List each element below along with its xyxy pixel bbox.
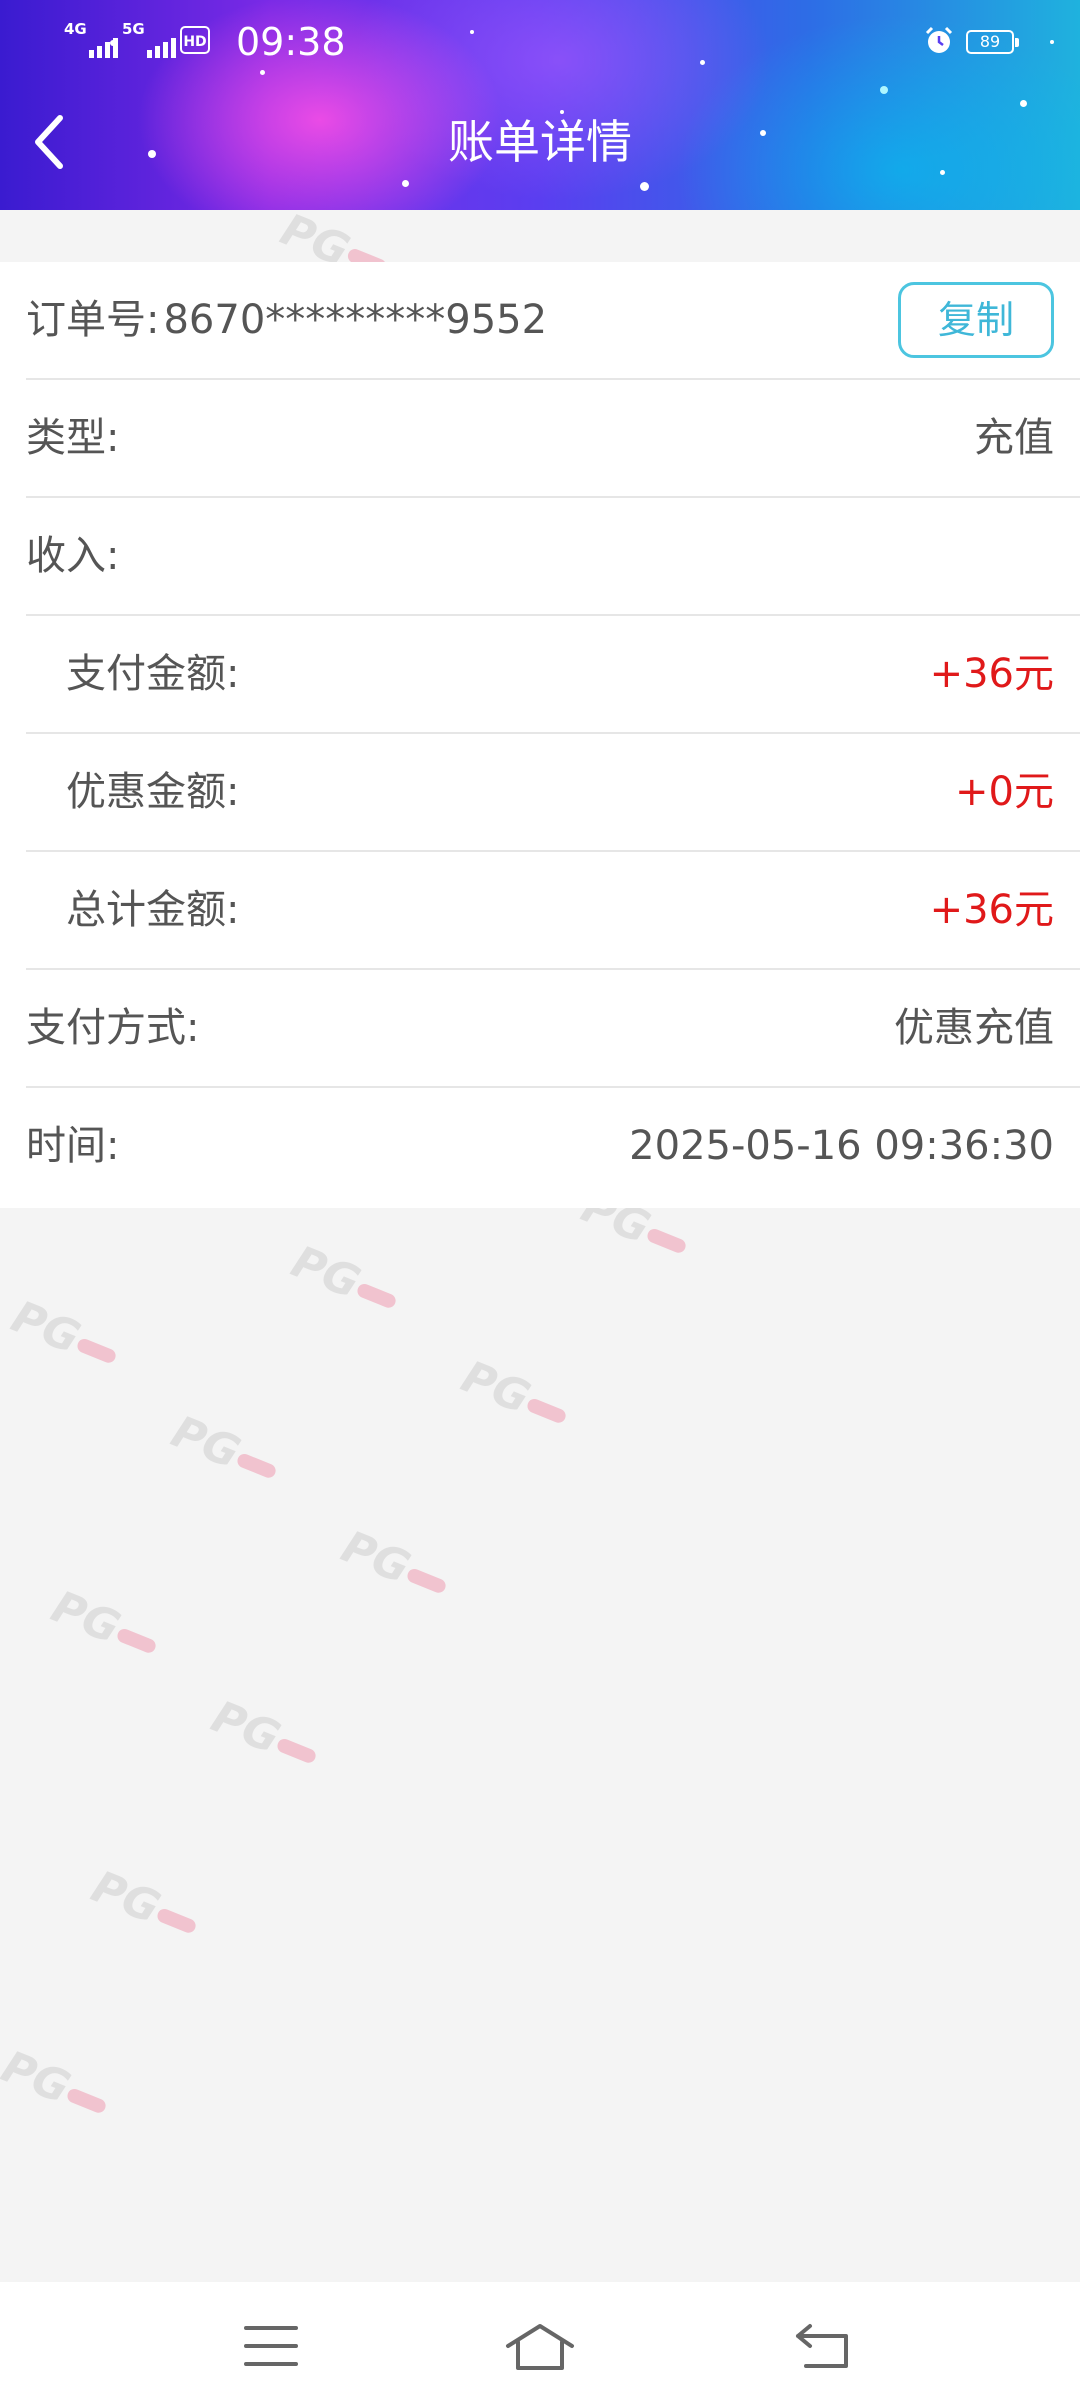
discount-amount-row: 优惠金额: +0元 bbox=[26, 734, 1080, 852]
watermark: PG bbox=[204, 1691, 325, 1780]
payment-amount-row: 支付金额: +36元 bbox=[26, 616, 1080, 734]
type-row: 类型: 充值 bbox=[26, 380, 1080, 498]
signal-4g-icon: 4G bbox=[64, 22, 118, 58]
alarm-icon bbox=[925, 26, 953, 53]
payment-method-value: 优惠充值 bbox=[894, 1005, 1054, 1051]
order-number-value: 8670*********9552 bbox=[163, 297, 548, 343]
watermark: PG bbox=[164, 1406, 285, 1495]
watermark: PG bbox=[44, 1581, 165, 1670]
header: 4G 5G HD 09:38 89 账单详情 bbox=[0, 0, 1080, 210]
discount-amount-value: +0元 bbox=[955, 769, 1054, 815]
type-value: 充值 bbox=[974, 415, 1054, 461]
signal-5g-icon: 5G bbox=[122, 22, 176, 58]
time-value: 2025-05-16 09:36:30 bbox=[629, 1123, 1054, 1169]
watermark: PG bbox=[0, 2041, 116, 2130]
status-bar: 4G 5G HD 09:38 89 bbox=[0, 0, 1080, 84]
watermark: PG bbox=[4, 1291, 125, 1380]
time-label: 时间: bbox=[26, 1123, 120, 1169]
total-amount-value: +36元 bbox=[929, 887, 1054, 933]
payment-amount-label: 支付金额: bbox=[66, 651, 240, 697]
payment-method-label: 支付方式: bbox=[26, 1005, 200, 1051]
bill-detail-card: 订单号: 8670*********9552 复制 类型: 充值 收入: 支付金额… bbox=[0, 262, 1080, 1208]
income-row: 收入: bbox=[26, 498, 1080, 616]
time-row: 时间: 2025-05-16 09:36:30 bbox=[26, 1088, 1080, 1206]
payment-method-row: 支付方式: 优惠充值 bbox=[26, 970, 1080, 1088]
watermark: PG bbox=[334, 1521, 455, 1610]
discount-amount-label: 优惠金额: bbox=[66, 769, 240, 815]
watermark: PG bbox=[454, 1351, 575, 1440]
total-amount-label: 总计金额: bbox=[66, 887, 240, 933]
home-icon[interactable] bbox=[504, 2322, 576, 2372]
order-number-label: 订单号: bbox=[26, 297, 160, 343]
menu-icon[interactable] bbox=[244, 2322, 298, 2370]
signal-4g-label: 4G bbox=[64, 20, 87, 38]
watermark: PG bbox=[84, 1861, 205, 1950]
signal-5g-label: 5G bbox=[122, 20, 145, 38]
payment-amount-value: +36元 bbox=[929, 651, 1054, 697]
system-nav-bar bbox=[0, 2282, 1080, 2408]
copy-button[interactable]: 复制 bbox=[898, 282, 1054, 358]
status-time: 09:38 bbox=[236, 20, 346, 64]
order-number-text: 订单号: 8670*********9552 bbox=[26, 262, 547, 378]
back-icon[interactable] bbox=[794, 2322, 852, 2370]
nav-bar: 账单详情 bbox=[0, 84, 1080, 210]
order-number-row: 订单号: 8670*********9552 复制 bbox=[26, 262, 1080, 380]
income-label: 收入: bbox=[26, 533, 120, 579]
total-amount-row: 总计金额: +36元 bbox=[26, 852, 1080, 970]
battery-icon: 89 bbox=[966, 30, 1019, 54]
type-label: 类型: bbox=[26, 415, 120, 461]
page-title: 账单详情 bbox=[448, 115, 632, 169]
watermark: PG bbox=[284, 1236, 405, 1325]
hd-voice-icon: HD bbox=[180, 26, 210, 54]
